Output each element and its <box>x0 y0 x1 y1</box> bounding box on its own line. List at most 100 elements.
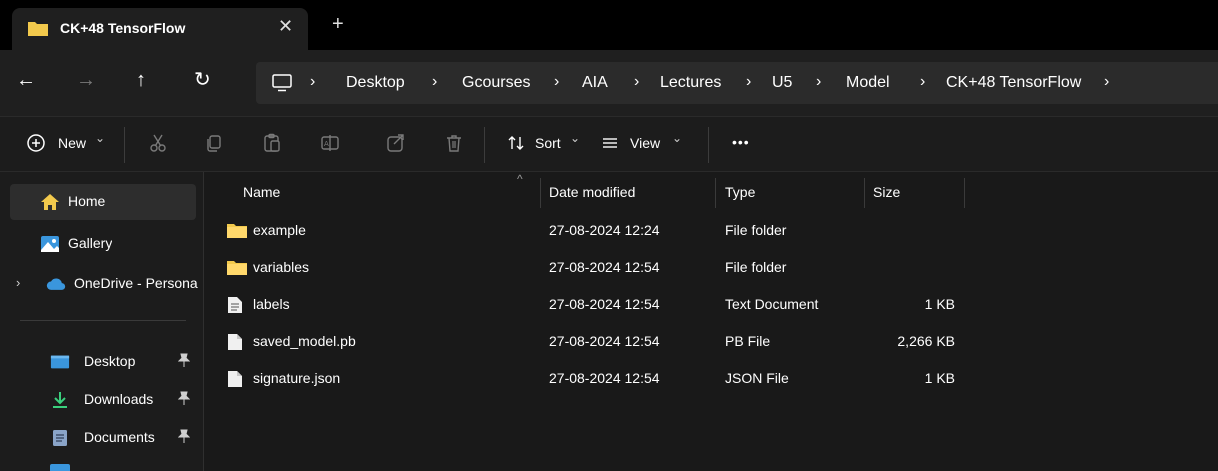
up-button[interactable]: ↑ <box>136 70 146 90</box>
monitor-icon <box>272 74 292 92</box>
column-header-name[interactable]: Name <box>243 184 280 200</box>
view-icon <box>603 138 617 148</box>
sort-ascending-icon: ^ <box>517 172 523 186</box>
documents-icon <box>53 430 67 446</box>
new-label: New <box>58 135 87 151</box>
navigation-pane: Home Gallery › OneDrive - Persona Deskto… <box>0 172 204 471</box>
more-options-button[interactable]: ••• <box>732 134 750 150</box>
pin-icon[interactable] <box>177 429 191 446</box>
sidebar-item-desktop[interactable]: Desktop <box>10 344 196 380</box>
downloads-icon <box>53 392 67 408</box>
breadcrumb-lectures[interactable]: Lectures <box>660 74 721 92</box>
sidebar-item-partial-icon <box>50 464 70 471</box>
delete-icon[interactable] <box>444 133 464 153</box>
breadcrumb-separator: › <box>634 73 640 90</box>
address-bar[interactable]: › Desktop › Gcourses › AIA › Lectures › … <box>256 62 1218 104</box>
sort-label: Sort <box>535 135 561 151</box>
breadcrumb-separator: › <box>746 73 752 90</box>
sidebar-item-label: OneDrive - Persona <box>74 275 198 291</box>
file-size: 1 KB <box>924 296 955 312</box>
folder-icon <box>227 224 247 238</box>
breadcrumb-separator: › <box>310 73 316 90</box>
file-type: File folder <box>725 259 787 275</box>
file-type: Text Document <box>725 296 819 312</box>
breadcrumb-ck48-tensorflow[interactable]: CK+48 TensorFlow <box>946 74 1081 92</box>
tab-bar: CK+48 TensorFlow ✕ + <box>0 0 1218 50</box>
file-date: 27-08-2024 12:54 <box>549 259 660 275</box>
onedrive-icon <box>46 278 66 290</box>
back-button[interactable]: ← <box>16 70 36 90</box>
file-date: 27-08-2024 12:54 <box>549 333 660 349</box>
file-date: 27-08-2024 12:54 <box>549 370 660 386</box>
sidebar-item-downloads[interactable]: Downloads <box>10 382 196 418</box>
folder-icon <box>227 261 247 275</box>
column-divider[interactable] <box>715 178 716 208</box>
text-document-icon <box>228 297 242 313</box>
tab-title: CK+48 TensorFlow <box>60 20 186 36</box>
toolbar-divider <box>708 127 709 163</box>
breadcrumb-separator: › <box>554 73 560 90</box>
file-icon <box>228 334 242 350</box>
file-name: labels <box>253 296 290 312</box>
breadcrumb-desktop[interactable]: Desktop <box>346 74 405 92</box>
sort-icon <box>508 136 524 150</box>
column-header-date[interactable]: Date modified <box>549 184 635 200</box>
tab-close-button[interactable]: ✕ <box>278 16 293 37</box>
cut-icon[interactable] <box>148 133 168 153</box>
pin-icon[interactable] <box>177 353 191 370</box>
column-divider[interactable] <box>540 178 541 208</box>
breadcrumb-aia[interactable]: AIA <box>582 74 608 92</box>
navigation-row: ← → ↑ ↻ › Desktop › Gcourses › AIA › Lec… <box>0 50 1218 116</box>
breadcrumb-gcourses[interactable]: Gcourses <box>462 74 530 92</box>
file-icon <box>228 371 242 387</box>
sidebar-item-label: Documents <box>84 429 155 445</box>
svg-text:A: A <box>324 140 329 148</box>
column-header-type[interactable]: Type <box>725 184 755 200</box>
file-type: File folder <box>725 222 787 238</box>
file-type: PB File <box>725 333 771 349</box>
sidebar-item-label: Gallery <box>68 235 113 251</box>
file-row[interactable]: example 27-08-2024 12:24 File folder <box>225 216 965 246</box>
sidebar-item-onedrive[interactable]: › OneDrive - Persona <box>0 266 204 302</box>
chevron-down-icon: ⌄ <box>570 131 581 145</box>
breadcrumb-separator: › <box>920 73 926 90</box>
home-icon <box>41 194 59 210</box>
new-tab-button[interactable]: + <box>332 14 344 34</box>
file-date: 27-08-2024 12:54 <box>549 296 660 312</box>
sidebar-divider <box>20 320 186 321</box>
refresh-button[interactable]: ↻ <box>194 70 211 90</box>
column-divider[interactable] <box>864 178 865 208</box>
file-row[interactable]: saved_model.pb 27-08-2024 12:54 PB File … <box>225 327 965 357</box>
breadcrumb-u5[interactable]: U5 <box>772 74 792 92</box>
command-bar: New ⌄ A Sort ⌄ View ⌄ ••• <box>0 116 1218 172</box>
file-name: variables <box>253 259 310 275</box>
share-icon[interactable] <box>386 133 406 153</box>
breadcrumb-separator: › <box>432 73 438 90</box>
sidebar-item-documents[interactable]: Documents <box>10 420 196 456</box>
toolbar-divider <box>124 127 125 163</box>
pin-icon[interactable] <box>177 391 191 408</box>
sidebar-item-gallery[interactable]: Gallery <box>10 226 196 262</box>
tab-active[interactable]: CK+48 TensorFlow ✕ <box>12 8 308 50</box>
chevron-down-icon: ⌄ <box>672 131 683 145</box>
breadcrumb-model[interactable]: Model <box>846 74 890 92</box>
sidebar-item-label: Desktop <box>84 353 136 369</box>
breadcrumb-separator: › <box>1104 73 1110 90</box>
file-name: example <box>253 222 306 238</box>
rename-icon[interactable]: A <box>320 133 340 153</box>
file-row[interactable]: labels 27-08-2024 12:54 Text Document 1 … <box>225 290 965 320</box>
column-header-size[interactable]: Size <box>873 184 900 200</box>
plus-circle-icon <box>27 134 45 152</box>
file-type: JSON File <box>725 370 789 386</box>
sidebar-item-home[interactable]: Home <box>10 184 196 220</box>
paste-icon[interactable] <box>262 133 282 153</box>
sidebar-item-label: Downloads <box>84 391 154 407</box>
column-divider[interactable] <box>964 178 965 208</box>
forward-button[interactable]: → <box>76 70 96 90</box>
chevron-right-icon[interactable]: › <box>16 275 20 290</box>
file-row[interactable]: variables 27-08-2024 12:54 File folder <box>225 253 965 283</box>
toolbar-divider <box>484 127 485 163</box>
file-row[interactable]: signature.json 27-08-2024 12:54 JSON Fil… <box>225 364 965 394</box>
file-list: ^ Name Date modified Type Size example 2… <box>205 172 1218 471</box>
copy-icon[interactable] <box>204 133 224 153</box>
